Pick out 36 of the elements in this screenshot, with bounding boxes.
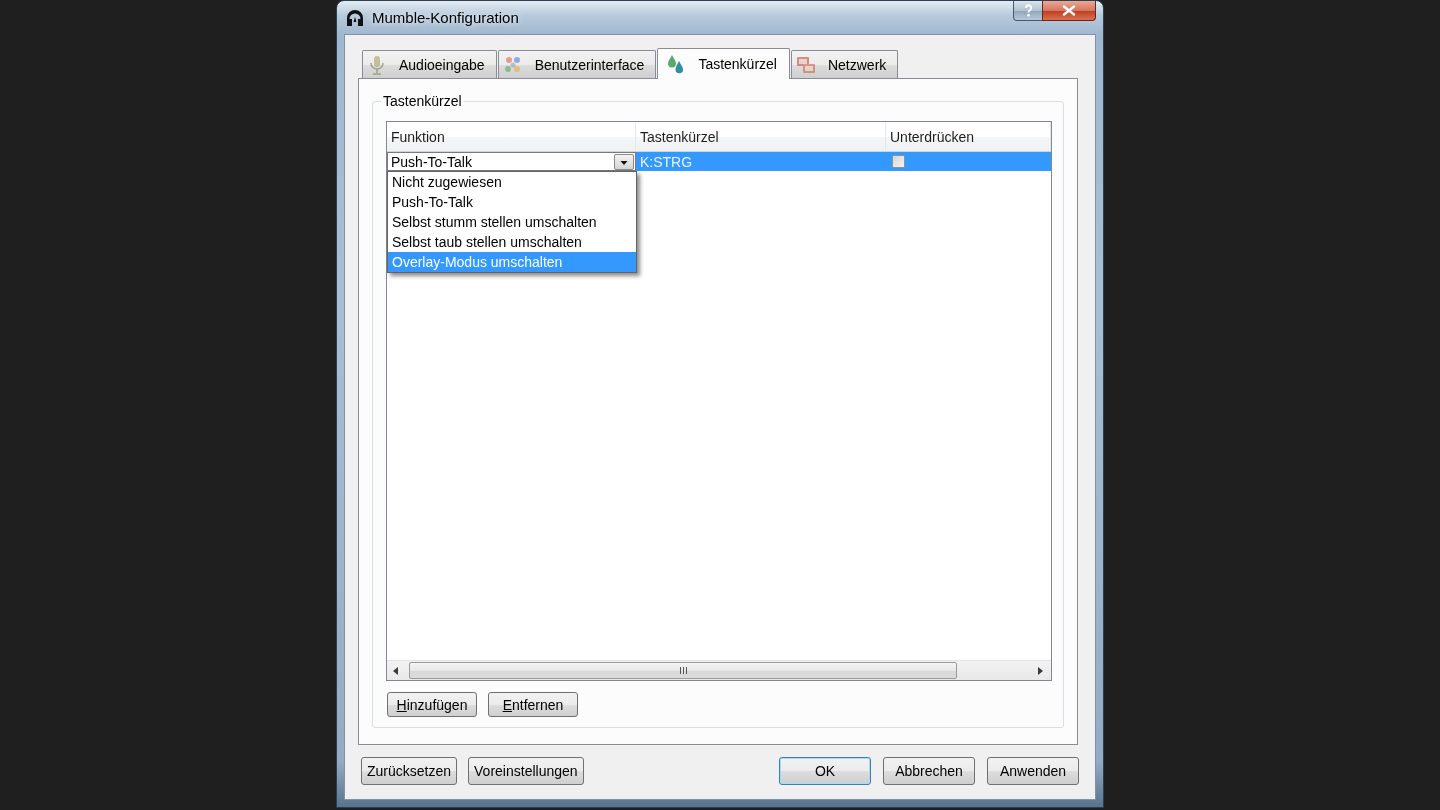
- computer-icon: [795, 54, 816, 75]
- headphones-icon: [345, 7, 365, 28]
- tab[interactable]: Benutzerinterface: [497, 50, 657, 78]
- add-button[interactable]: Hinzufügen: [387, 692, 477, 717]
- group-title: Tastenkürzel: [382, 93, 463, 109]
- close-button[interactable]: [1042, 1, 1096, 21]
- help-icon: [1023, 4, 1033, 17]
- ok-button[interactable]: OK: [779, 757, 871, 785]
- reset-button[interactable]: Zurücksetzen: [361, 757, 458, 785]
- dropdown-option[interactable]: Selbst stumm stellen umschalten: [388, 212, 636, 232]
- close-icon: [1062, 5, 1076, 16]
- dropdown-option[interactable]: Selbst taub stellen umschalten: [388, 232, 636, 252]
- function-combobox[interactable]: Push-To-Talk: [387, 152, 636, 171]
- column-header[interactable]: Tastenkürzel: [636, 122, 886, 151]
- defaults-button[interactable]: Voreinstellungen: [468, 757, 584, 785]
- apply-button[interactable]: Anwenden: [987, 757, 1079, 785]
- dropdown-option[interactable]: Nicht zugewiesen: [388, 172, 636, 192]
- grip-icon: [679, 667, 687, 674]
- right-arrow-icon[interactable]: [1038, 666, 1043, 675]
- checkbox[interactable]: [892, 155, 905, 168]
- column-header[interactable]: Unterdrücken: [886, 122, 1051, 151]
- color-dots-icon: [502, 54, 523, 75]
- tab[interactable]: Netzwerk: [790, 50, 899, 78]
- remove-button[interactable]: Entfernen: [488, 692, 578, 717]
- dropdown-option[interactable]: Push-To-Talk: [388, 192, 636, 212]
- scrollbar-thumb[interactable]: [409, 662, 957, 679]
- help-button[interactable]: [1013, 1, 1043, 21]
- table-cell-text: K:STRG: [639, 152, 694, 171]
- tab[interactable]: Tastenkürzel: [657, 48, 790, 79]
- cancel-button[interactable]: Abbrechen: [883, 757, 975, 785]
- tab[interactable]: Audioeingabe: [362, 50, 497, 78]
- left-arrow-icon[interactable]: [393, 666, 398, 675]
- column-header[interactable]: Funktion: [387, 122, 636, 151]
- caret-icon: [614, 153, 634, 170]
- microphone-icon: [367, 54, 387, 75]
- window-title: Mumble-Konfiguration: [372, 9, 519, 26]
